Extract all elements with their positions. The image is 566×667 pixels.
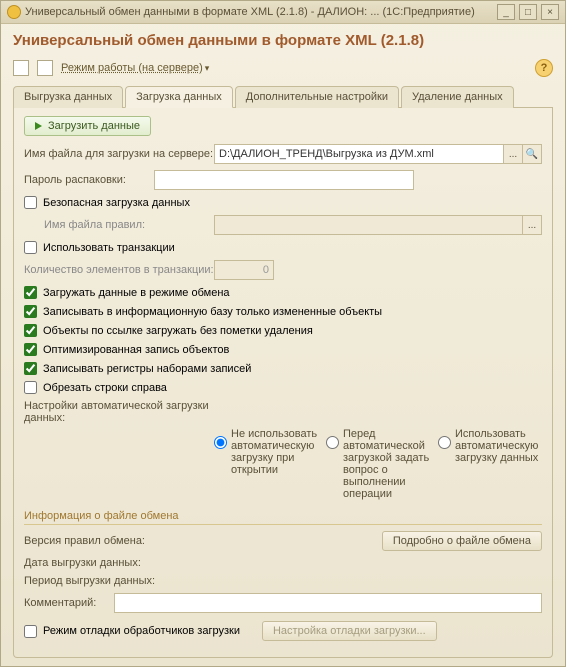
password-label: Пароль распаковки: [24, 174, 154, 186]
file-info-legend: Информация о файле обмена [24, 510, 542, 525]
filename-input[interactable] [214, 144, 504, 164]
filename-search-button[interactable]: 🔍 [522, 144, 542, 164]
tab-delete[interactable]: Удаление данных [401, 86, 514, 108]
cb-trim-right-label: Обрезать строки справа [43, 382, 167, 394]
cb-exchange-mode-label: Загружать данные в режиме обмена [43, 287, 230, 299]
filename-browse-button[interactable]: ... [503, 144, 523, 164]
export-period-label: Период выгрузки данных: [24, 575, 214, 587]
minimize-button[interactable]: _ [497, 4, 515, 20]
radio-ask-autoload-label: Перед автоматической загрузкой задать во… [343, 428, 430, 500]
radio-no-autoload[interactable] [214, 436, 227, 449]
autoload-label: Настройки автоматической загрузки данных… [24, 400, 214, 424]
comment-input[interactable] [114, 593, 542, 613]
tab-export[interactable]: Выгрузка данных [13, 86, 123, 108]
debug-settings-button[interactable]: Настройка отладки загрузки... [262, 621, 437, 641]
cb-exchange-mode[interactable] [24, 286, 37, 299]
load-data-button[interactable]: Загрузить данные [24, 116, 151, 136]
cb-register-sets-label: Записывать регистры наборами записей [43, 363, 251, 375]
radio-use-autoload[interactable] [438, 436, 451, 449]
app-icon [7, 5, 21, 19]
safe-load-checkbox[interactable] [24, 196, 37, 209]
comment-label: Комментарий: [24, 597, 114, 609]
rules-browse-button[interactable]: ... [522, 215, 542, 235]
radio-ask-autoload[interactable] [326, 436, 339, 449]
cb-changed-only[interactable] [24, 305, 37, 318]
radio-use-autoload-label: Использовать автоматическую загрузку дан… [455, 428, 542, 464]
file-details-button[interactable]: Подробно о файле обмена [382, 531, 542, 551]
cb-no-deletion-mark-label: Объекты по ссылке загружать без пометки … [43, 325, 313, 337]
tx-count-input [214, 260, 274, 280]
safe-load-label: Безопасная загрузка данных [43, 197, 190, 209]
tab-body-import: Загрузить данные Имя файла для загрузки … [13, 108, 553, 658]
filename-label: Имя файла для загрузки на сервере: [24, 148, 214, 160]
tabs: Выгрузка данных Загрузка данных Дополнит… [13, 85, 553, 108]
tab-extra[interactable]: Дополнительные настройки [235, 86, 399, 108]
rules-file-label: Имя файла правил: [44, 219, 214, 231]
cb-optimized-write-label: Оптимизированная запись объектов [43, 344, 229, 356]
tx-count-label: Количество элементов в транзакции: [24, 264, 214, 276]
cb-changed-only-label: Записывать в информационную базу только … [43, 306, 382, 318]
export-date-label: Дата выгрузки данных: [24, 557, 214, 569]
rules-file-input [214, 215, 523, 235]
toolbar: Режим работы (на сервере)▾ ? [13, 59, 553, 77]
tab-import[interactable]: Загрузка данных [125, 86, 233, 108]
cb-register-sets[interactable] [24, 362, 37, 375]
window-title: Универсальный обмен данными в формате XM… [25, 6, 493, 18]
cb-optimized-write[interactable] [24, 343, 37, 356]
toolbar-icon-1[interactable] [13, 60, 29, 76]
radio-no-autoload-label: Не использовать автоматическую загрузку … [231, 428, 318, 476]
work-mode-dropdown[interactable]: Режим работы (на сервере)▾ [61, 62, 209, 74]
cb-trim-right[interactable] [24, 381, 37, 394]
password-input[interactable] [154, 170, 414, 190]
maximize-button[interactable]: □ [519, 4, 537, 20]
debug-mode-checkbox[interactable] [24, 625, 37, 638]
page-title: Универсальный обмен данными в формате XM… [13, 32, 553, 49]
close-button[interactable]: × [541, 4, 559, 20]
chevron-down-icon: ▾ [205, 63, 210, 73]
load-data-label: Загрузить данные [48, 120, 140, 132]
toolbar-icon-2[interactable] [37, 60, 53, 76]
debug-mode-label: Режим отладки обработчиков загрузки [43, 625, 240, 637]
titlebar: Универсальный обмен данными в формате XM… [1, 1, 565, 24]
help-button[interactable]: ? [535, 59, 553, 77]
rules-version-label: Версия правил обмена: [24, 535, 214, 547]
cb-no-deletion-mark[interactable] [24, 324, 37, 337]
play-icon [35, 122, 42, 130]
use-transactions-label: Использовать транзакции [43, 242, 175, 254]
use-transactions-checkbox[interactable] [24, 241, 37, 254]
